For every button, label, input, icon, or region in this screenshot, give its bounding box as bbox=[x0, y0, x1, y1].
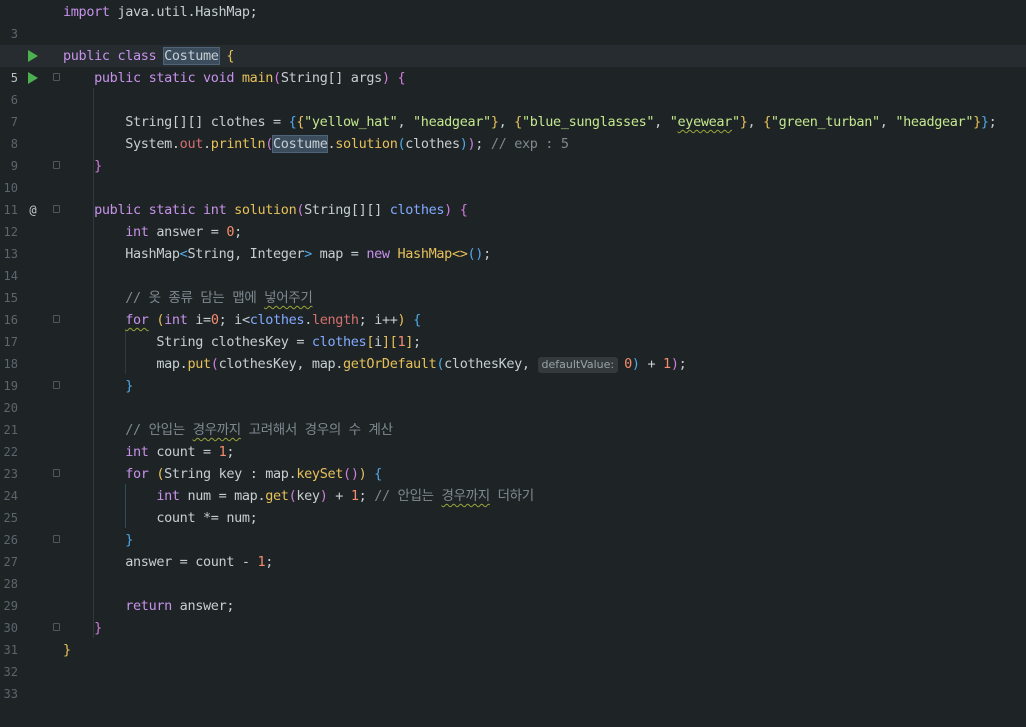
code-text: } bbox=[94, 158, 102, 174]
code-text: import java.util.HashMap; bbox=[63, 4, 258, 20]
code-line[interactable]: 28 answer = count - 1; bbox=[0, 551, 1026, 591]
run-icon[interactable] bbox=[26, 67, 40, 89]
code-text: for (int i=0; i<clothes.length; i++) { bbox=[125, 312, 421, 328]
code-line[interactable]: 8 String[][] clothes = {{"yellow_hat", "… bbox=[0, 111, 1026, 151]
run-icon[interactable] bbox=[26, 45, 40, 67]
code-text: String clothesKey = clothes[i][1]; bbox=[63, 334, 421, 350]
code-line[interactable]: 32 } bbox=[0, 639, 1026, 679]
code-line[interactable]: 4 bbox=[0, 23, 1026, 63]
code-line[interactable]: 25 int num = map.get(key) + 1; // 안입는 경우… bbox=[0, 485, 1026, 525]
code-line[interactable]: 21 bbox=[0, 397, 1026, 437]
code-line[interactable]: 33 bbox=[0, 661, 1026, 701]
code-text: // 안입는 경우까지 고려해서 경우의 수 계산 bbox=[125, 422, 393, 438]
fold-icon[interactable] bbox=[53, 315, 60, 323]
code-line[interactable]: 5 public class Costume { bbox=[0, 45, 1026, 85]
code-text: } bbox=[63, 642, 71, 658]
code-line[interactable]: 11 bbox=[0, 177, 1026, 217]
code-line[interactable]: 10 } bbox=[0, 155, 1026, 195]
code-line[interactable]: 13 int answer = 0; bbox=[0, 221, 1026, 261]
code-line[interactable]: 19 map.put(clothesKey, map.getOrDefault(… bbox=[0, 353, 1026, 393]
code-line[interactable]: 27 } bbox=[0, 529, 1026, 569]
code-text: } bbox=[125, 532, 134, 548]
code-line[interactable]: 20 } bbox=[0, 375, 1026, 415]
code-line[interactable]: 24 for (String key : map.keySet()) { bbox=[0, 463, 1026, 503]
code-line[interactable]: 14 HashMap<String, Integer> map = new Ha… bbox=[0, 243, 1026, 283]
code-line[interactable]: 26 count *= num; bbox=[0, 507, 1026, 547]
code-line[interactable]: 29 bbox=[0, 573, 1026, 613]
code-text: for (String key : map.keySet()) { bbox=[125, 466, 382, 482]
code-text: } bbox=[94, 620, 102, 636]
code-line[interactable]: 18 String clothesKey = clothes[i][1]; bbox=[0, 331, 1026, 371]
code-text: String[][] clothes = {{"yellow_hat", "he… bbox=[63, 114, 997, 130]
code-line[interactable]: 22 // 안입는 경우까지 고려해서 경우의 수 계산 bbox=[0, 419, 1026, 459]
code-text: map.put(clothesKey, map.getOrDefault(clo… bbox=[63, 356, 687, 373]
code-text: int count = 1; bbox=[125, 444, 235, 460]
at-icon[interactable]: @ bbox=[26, 199, 40, 221]
code-line[interactable]: 31 } bbox=[0, 617, 1026, 657]
fold-icon[interactable] bbox=[53, 469, 60, 477]
code-line[interactable]: 16 // 옷 종류 담는 맵에 넣어주기 bbox=[0, 287, 1026, 327]
code-text: return answer; bbox=[125, 598, 235, 614]
fold-icon[interactable] bbox=[53, 381, 60, 389]
fold-icon[interactable] bbox=[53, 623, 60, 631]
token: import bbox=[63, 4, 110, 20]
code-text: answer = count - 1; bbox=[63, 554, 274, 570]
class-name-highlight: Costume bbox=[163, 47, 220, 65]
code-line[interactable]: 12 @ public static int solution(String[]… bbox=[0, 199, 1026, 239]
code-text: int answer = 0; bbox=[125, 224, 242, 240]
fold-icon[interactable] bbox=[53, 73, 60, 81]
code-line[interactable]: 6 public static void main(String[] args)… bbox=[0, 67, 1026, 107]
code-text: public static int solution(String[][] cl… bbox=[94, 202, 468, 218]
fold-icon[interactable] bbox=[53, 205, 60, 213]
code-text: // 옷 종류 담는 맵에 넣어주기 bbox=[125, 290, 313, 306]
code-line[interactable]: 17 for (int i=0; i<clothes.length; i++) … bbox=[0, 309, 1026, 349]
code-editor[interactable]: 3 import java.util.HashMap; 4 5 public c… bbox=[0, 0, 1026, 701]
code-text: public class Costume { bbox=[63, 47, 235, 65]
line-number: 33 bbox=[3, 687, 18, 701]
code-line[interactable]: 23 int count = 1; bbox=[0, 441, 1026, 481]
code-line[interactable]: 30 return answer; bbox=[0, 595, 1026, 635]
fold-icon[interactable] bbox=[53, 535, 60, 543]
fold-icon[interactable] bbox=[53, 161, 60, 169]
parameter-hint: defaultValue: bbox=[537, 357, 619, 373]
code-line[interactable]: 7 bbox=[0, 89, 1026, 129]
code-text: count *= num; bbox=[63, 510, 258, 526]
code-line[interactable]: 9 System.out.println(Costume.solution(cl… bbox=[0, 133, 1026, 173]
code-text: public static void main(String[] args) { bbox=[94, 70, 406, 86]
code-text: } bbox=[125, 378, 134, 394]
code-line[interactable]: 15 bbox=[0, 265, 1026, 305]
code-text: HashMap<String, Integer> map = new HashM… bbox=[63, 246, 491, 262]
code-text: System.out.println(Costume.solution(clot… bbox=[63, 135, 569, 153]
code-line[interactable]: 3 import java.util.HashMap; bbox=[0, 1, 1026, 41]
code-text: int num = map.get(key) + 1; // 안입는 경우까지 … bbox=[156, 488, 534, 504]
